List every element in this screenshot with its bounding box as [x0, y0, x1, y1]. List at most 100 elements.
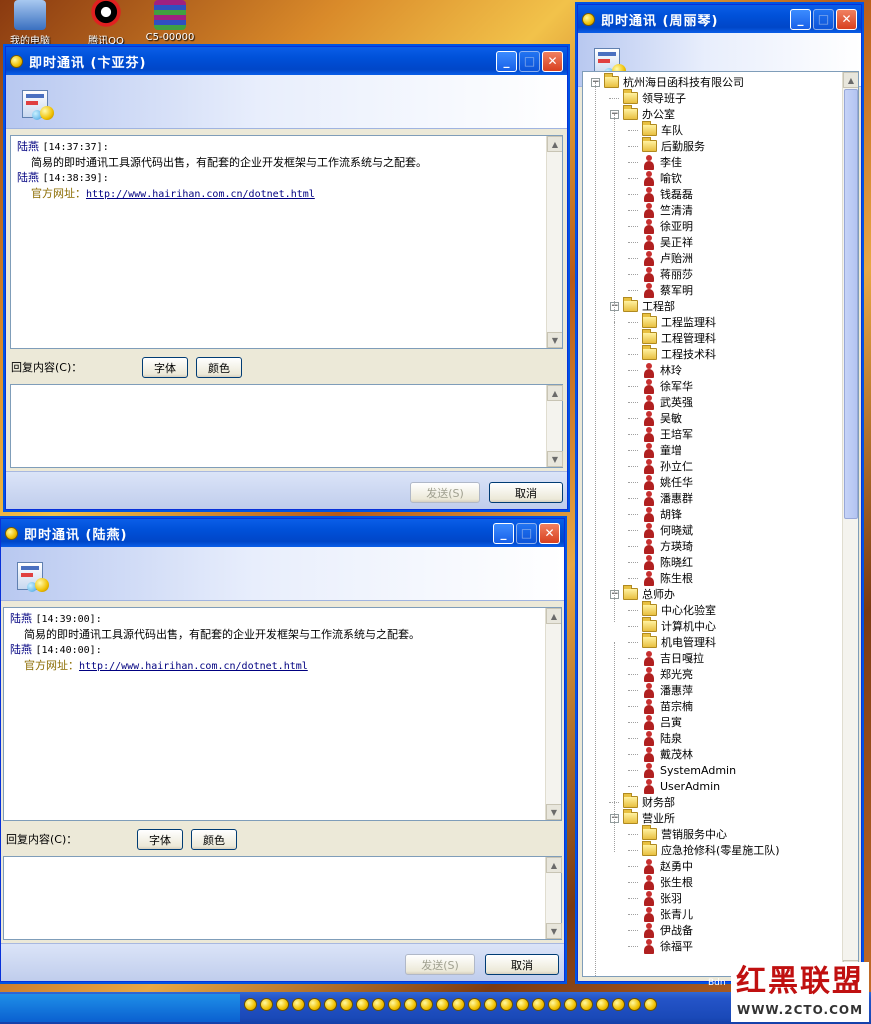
tree-folder-node[interactable]: − 营业所 [610, 809, 675, 826]
close-button[interactable]: ✕ [539, 522, 560, 544]
tree-contact-node[interactable]: 卢贻洲 [642, 250, 693, 266]
tray-messenger-icon[interactable] [276, 998, 289, 1011]
tree-contact-node[interactable]: 孙立仁 [642, 458, 693, 474]
tree-folder-node[interactable]: 工程监理科 [642, 313, 716, 330]
send-button[interactable]: 发送(S) [405, 954, 475, 975]
tray-messenger-icon[interactable] [580, 998, 593, 1011]
tree-contact-node[interactable]: 徐军华 [642, 378, 693, 394]
tray-messenger-icon[interactable] [500, 998, 513, 1011]
tree-folder-node[interactable]: 应急抢修科(零星施工队) [642, 841, 780, 858]
window-titlebar[interactable]: 即时通讯 (卞亚芬) _ □ ✕ [6, 47, 567, 75]
tray-messenger-icon[interactable] [356, 998, 369, 1011]
tray-messenger-icon[interactable] [324, 998, 337, 1011]
message-history[interactable]: 陆燕 [14:39:00]: 简易的即时通讯工具源代码出售，有配套的企业开发框架… [3, 607, 562, 821]
desktop-icon-winrar[interactable]: C5-00000 [140, 0, 200, 43]
tree-folder-node[interactable]: 车队 [642, 121, 683, 138]
tree-contact-node[interactable]: 姚任华 [642, 474, 693, 490]
tray-messenger-icon[interactable] [420, 998, 433, 1011]
tree-folder-node[interactable]: 领导班子 [623, 89, 686, 106]
tray-messenger-icon[interactable] [452, 998, 465, 1011]
tree-folder-node[interactable]: − 办公室 [610, 105, 675, 122]
tray-messenger-icon[interactable] [548, 998, 561, 1011]
tree-contact-node[interactable]: 武英强 [642, 394, 693, 410]
tree-contact-node[interactable]: 郑光亮 [642, 666, 693, 682]
tree-contact-node[interactable]: 胡锋 [642, 506, 682, 522]
website-link[interactable]: http://www.hairihan.com.cn/dotnet.html [79, 661, 308, 672]
message-scrollbar[interactable]: ▲ ▼ [545, 608, 561, 820]
scroll-up-icon[interactable]: ▲ [546, 608, 561, 624]
scroll-down-icon[interactable]: ▼ [547, 451, 563, 467]
tree-folder-node[interactable]: 工程管理科 [642, 329, 716, 346]
tray-messenger-icon[interactable] [468, 998, 481, 1011]
tray-messenger-icon[interactable] [404, 998, 417, 1011]
scroll-down-icon[interactable]: ▼ [546, 804, 561, 820]
window-titlebar[interactable]: 即时通讯 (陆燕) _ □ ✕ [1, 519, 564, 547]
tree-contact-node[interactable]: 张羽 [642, 890, 682, 906]
minimize-button[interactable]: _ [493, 522, 514, 544]
tree-folder-node[interactable]: 后勤服务 [642, 137, 705, 154]
tray-messenger-icon[interactable] [340, 998, 353, 1011]
tree-contact-node[interactable]: 蔡军明 [642, 282, 693, 298]
scroll-thumb[interactable] [844, 89, 858, 519]
tray-messenger-icon[interactable] [628, 998, 641, 1011]
window-titlebar[interactable]: 即时通讯 (周丽琴) _ □ ✕ [578, 5, 861, 33]
minimize-button[interactable]: _ [790, 8, 811, 30]
scroll-up-icon[interactable]: ▲ [546, 857, 562, 873]
tree-folder-node[interactable]: 工程技术科 [642, 345, 716, 362]
tree-contact-node[interactable]: 钱磊磊 [642, 186, 693, 202]
tray-messenger-icon[interactable] [644, 998, 657, 1011]
tree-contact-node[interactable]: 赵勇中 [642, 858, 693, 874]
reply-scrollbar[interactable]: ▲ ▼ [545, 857, 562, 939]
tree-folder-node[interactable]: − 杭州海日函科技有限公司 [591, 73, 744, 90]
tree-contact-node[interactable]: SystemAdmin [642, 762, 736, 778]
tree-contact-node[interactable]: 竺清清 [642, 202, 693, 218]
tree-contact-node[interactable]: 潘惠萍 [642, 682, 693, 698]
desktop-icon-my-computer[interactable]: 我的电脑 [0, 0, 60, 47]
tree-contact-node[interactable]: 伊战备 [642, 922, 693, 938]
tree-contact-node[interactable]: 戴茂林 [642, 746, 693, 762]
tray-messenger-icon[interactable] [372, 998, 385, 1011]
close-button[interactable]: ✕ [542, 50, 563, 72]
tree-folder-node[interactable]: 中心化验室 [642, 601, 716, 618]
org-tree[interactable]: − 杭州海日函科技有限公司 领导班子 − 办公室 车队 后勤服务 李佳 喻钦 钱磊磊 竺清清 徐亚明吴… [582, 71, 859, 977]
reply-input[interactable]: ▲ ▼ [10, 384, 563, 468]
tray-messenger-icon[interactable] [292, 998, 305, 1011]
tree-contact-node[interactable]: 吴敏 [642, 410, 682, 426]
tray-messenger-icon[interactable] [308, 998, 321, 1011]
cancel-button[interactable]: 取消 [489, 482, 563, 503]
tree-contact-node[interactable]: 苗宗楠 [642, 698, 693, 714]
tree-contact-node[interactable]: 何晓斌 [642, 522, 693, 538]
tray-messenger-icon[interactable] [260, 998, 273, 1011]
send-button[interactable]: 发送(S) [410, 482, 480, 503]
tray-messenger-icon[interactable] [388, 998, 401, 1011]
tree-contact-node[interactable]: 陆泉 [642, 730, 682, 746]
tray-messenger-icon[interactable] [596, 998, 609, 1011]
tree-contact-node[interactable]: 林玲 [642, 362, 682, 378]
font-button[interactable]: 字体 [142, 357, 188, 378]
tree-contact-node[interactable]: 吕寅 [642, 714, 682, 730]
tree-contact-node[interactable]: 童增 [642, 442, 682, 458]
color-button[interactable]: 颜色 [196, 357, 242, 378]
tree-contact-node[interactable]: 潘惠群 [642, 490, 693, 506]
tree-folder-node[interactable]: 营销服务中心 [642, 825, 727, 842]
reply-input[interactable]: ▲ ▼ [3, 856, 562, 940]
tray-messenger-icon[interactable] [564, 998, 577, 1011]
tree-contact-node[interactable]: 张生根 [642, 874, 693, 890]
scroll-down-icon[interactable]: ▼ [547, 332, 562, 348]
tree-contact-node[interactable]: 方瑛琦 [642, 538, 693, 554]
tree-contact-node[interactable]: 徐亚明 [642, 218, 693, 234]
minimize-button[interactable]: _ [496, 50, 517, 72]
tree-scrollbar[interactable]: ▲ ▼ [842, 72, 858, 976]
task-button[interactable] [0, 994, 240, 1022]
tree-contact-node[interactable]: 张青儿 [642, 906, 693, 922]
tray-messenger-icon[interactable] [244, 998, 257, 1011]
tree-folder-node[interactable]: 计算机中心 [642, 617, 716, 634]
tray-messenger-icon[interactable] [532, 998, 545, 1011]
desktop-icon-qq[interactable]: 腾讯QQ [76, 0, 136, 47]
tree-contact-node[interactable]: 陈生根 [642, 570, 693, 586]
close-button[interactable]: ✕ [836, 8, 857, 30]
color-button[interactable]: 颜色 [191, 829, 237, 850]
tree-folder-node[interactable]: − 总师办 [610, 585, 675, 602]
scroll-up-icon[interactable]: ▲ [843, 72, 858, 88]
tree-folder-node[interactable]: 机电管理科 [642, 633, 716, 650]
